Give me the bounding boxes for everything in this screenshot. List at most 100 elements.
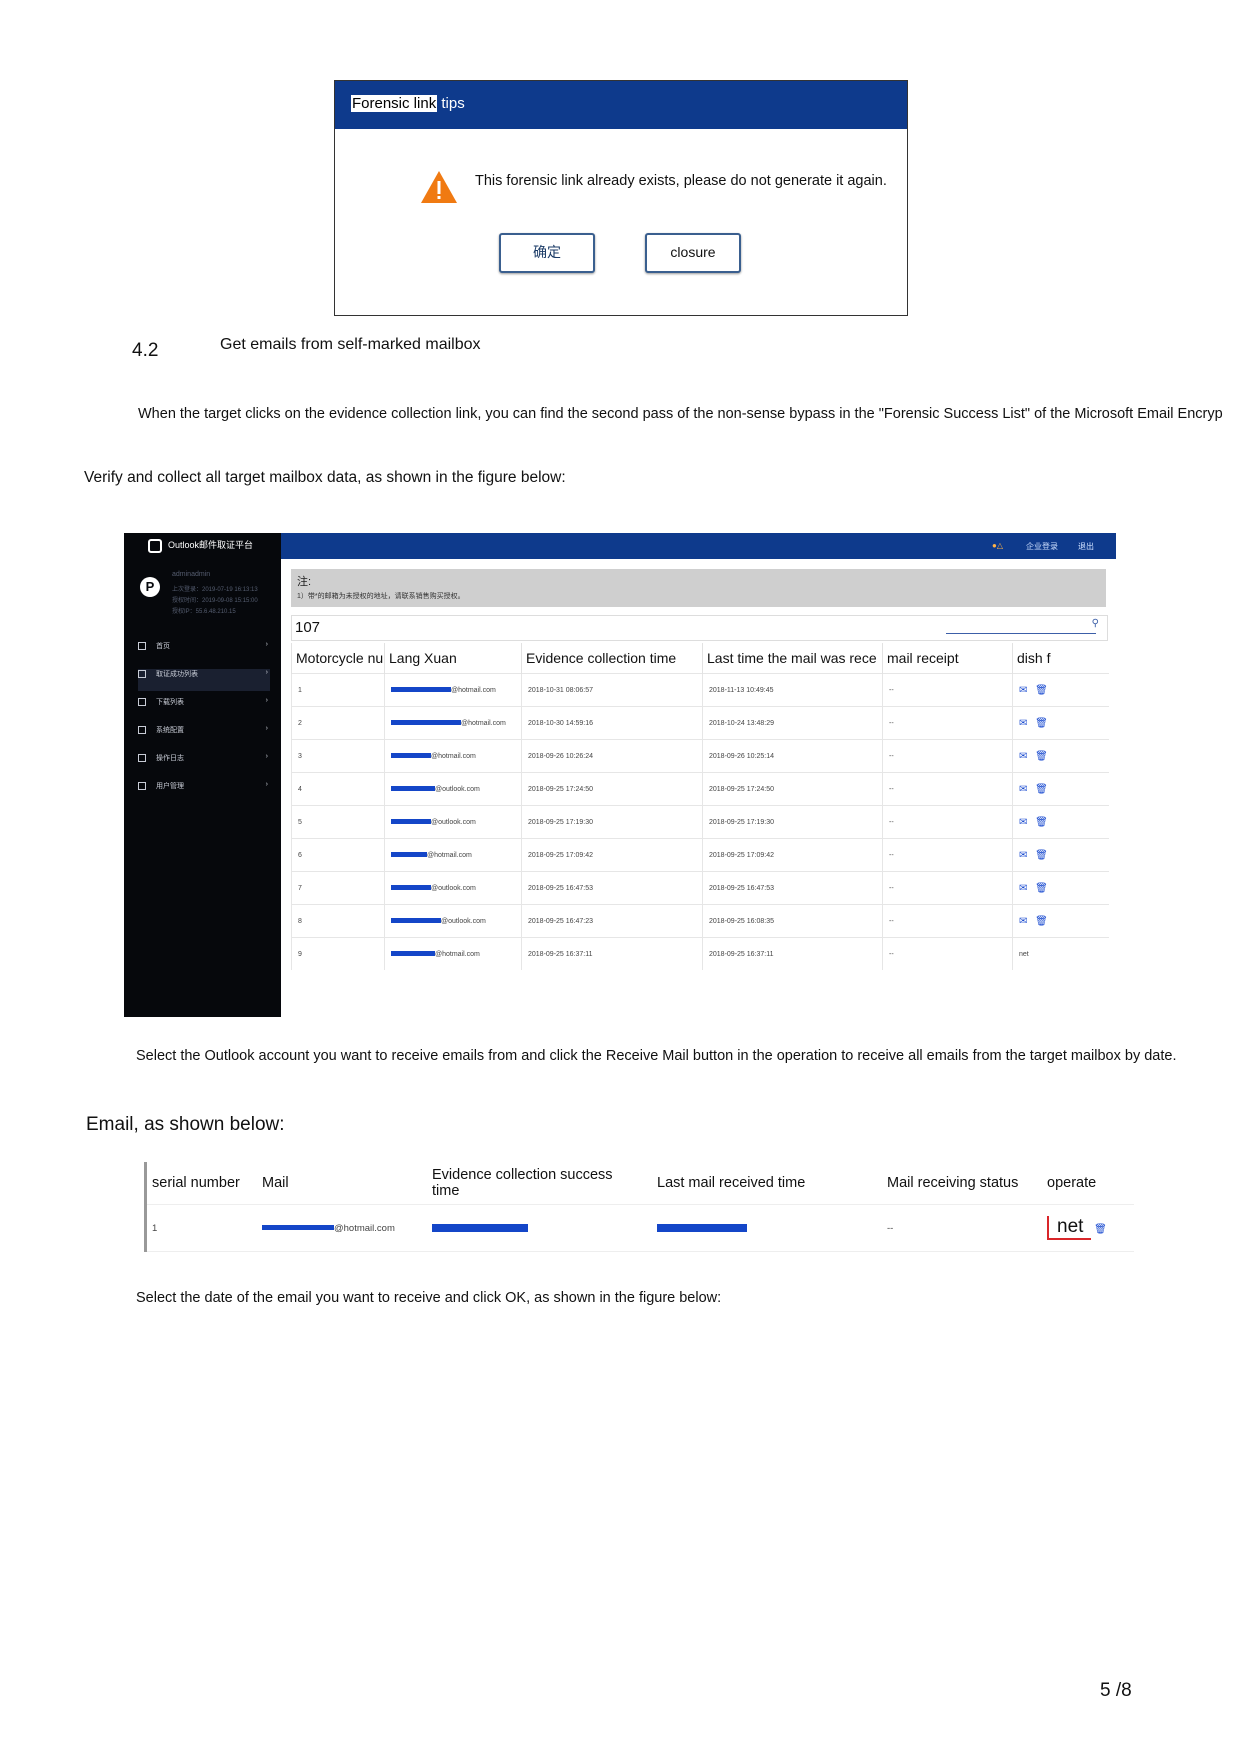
chevron-right-icon: › — [265, 781, 268, 788]
redaction-bar — [391, 918, 441, 924]
table-row: 1 @hotmail.com -- net 🗑 — [144, 1204, 1134, 1252]
row-number: 3 — [291, 739, 385, 773]
notice-heading: 注: — [297, 576, 312, 588]
collection-time: 2018-09-25 17:24:50 — [521, 772, 703, 806]
last-mail-time: 2018-09-25 17:09:42 — [702, 838, 883, 872]
user-line: 上次登录：2019-07-19 16:13:13 — [172, 587, 258, 593]
user-line: 授权IP：55.6.48.210.15 — [172, 609, 236, 615]
last-mail-time: 2018-09-25 17:19:30 — [702, 805, 883, 839]
row-number: 2 — [291, 706, 385, 740]
receive-mail-icon[interactable]: ✉ — [1019, 718, 1027, 729]
trash-icon[interactable]: 🗑 — [1035, 784, 1048, 795]
collection-time: 2018-10-31 08:06:57 — [521, 673, 703, 707]
mail-cell: @outlook.com — [384, 871, 522, 905]
receive-mail-icon[interactable]: ✉ — [1019, 685, 1027, 696]
sidebar-item-users[interactable]: 用户管理 › — [138, 781, 270, 803]
paragraph-5: Select the date of the email you want to… — [136, 1290, 722, 1306]
collection-time: 2018-10-30 14:59:16 — [521, 706, 703, 740]
trash-icon[interactable]: 🗑 — [1035, 685, 1048, 696]
receive-mail-icon[interactable]: ✉ — [1019, 850, 1027, 861]
users-icon — [138, 782, 146, 791]
trash-icon[interactable]: 🗑 — [1035, 718, 1048, 729]
chevron-right-icon: › — [265, 641, 268, 648]
sidebar-item-settings[interactable]: 系统配置 › — [138, 725, 270, 747]
operate-cell: ✉ 🗑 — [1012, 904, 1109, 938]
last-mail-time: 2018-09-26 10:25:14 — [702, 739, 883, 773]
sidebar-item-success-list[interactable]: 取证成功列表 › — [138, 669, 270, 691]
collection-time: 2018-09-26 10:26:24 — [521, 739, 703, 773]
column-header: Last time the mail was rece — [702, 643, 883, 674]
mail-cell: @outlook.com — [384, 805, 522, 839]
dialog-titlebar: Forensic link tips — [335, 81, 907, 129]
mail-cell: @hotmail.com — [384, 673, 522, 707]
redaction-bar — [391, 852, 427, 858]
collection-time: 2018-09-25 16:47:53 — [521, 871, 703, 905]
collection-time: 2018-09-25 16:47:23 — [521, 904, 703, 938]
trash-icon[interactable]: 🗑 — [1035, 916, 1048, 927]
sidebar-item-downloads[interactable]: 下载列表 › — [138, 697, 270, 719]
ok-button[interactable]: 确定 — [499, 233, 595, 273]
receive-mail-table: serial number Mail Evidence collection s… — [144, 1162, 1134, 1252]
operate-cell: ✉ 🗑 — [1012, 772, 1109, 806]
column-header: Evidence collection success time — [424, 1162, 649, 1205]
receive-mail-icon[interactable]: ✉ — [1019, 883, 1027, 894]
column-header: Mail receiving status — [879, 1162, 1039, 1205]
warning-icon — [421, 171, 457, 203]
table-header-row: serial number Mail Evidence collection s… — [144, 1162, 1134, 1205]
receive-mail-icon[interactable]: ✉ — [1019, 751, 1027, 762]
collection-time: 2018-09-25 17:09:42 — [521, 838, 703, 872]
operate-cell: ✉ 🗑 — [1012, 805, 1109, 839]
table-row: 6 @hotmail.com 2018-09-25 17:09:42 2018-09-… — [291, 838, 1109, 872]
receive-mail-icon[interactable]: ✉ — [1019, 817, 1027, 828]
notice-text: 1）带*的邮箱为未授权的地址，请联系销售购买授权。 — [297, 593, 465, 600]
paragraph-2: Verify and collect all target mailbox da… — [84, 469, 566, 486]
column-header: Lang Xuan — [384, 643, 522, 674]
search-icon[interactable]: ⚲ — [1092, 618, 1099, 629]
logo-icon — [148, 538, 162, 553]
operate-cell: ✉ 🗑 — [1012, 673, 1109, 707]
dialog-message: This forensic link already exists, pleas… — [475, 173, 887, 189]
top-link-logout[interactable]: 退出 — [1078, 541, 1094, 552]
redaction-bar — [391, 687, 451, 693]
redaction-bar — [432, 1223, 528, 1232]
page-number: 5 /8 — [1100, 1680, 1132, 1701]
operate-cell: ✉ 🗑 — [1012, 739, 1109, 773]
receipt-status: -- — [882, 739, 1013, 773]
last-mail-time: 2018-09-25 17:24:50 — [702, 772, 883, 806]
receipt-status: -- — [882, 706, 1013, 740]
trash-icon[interactable]: 🗑 — [1035, 751, 1048, 762]
last-mail-time: 2018-11-13 10:49:45 — [702, 673, 883, 707]
receive-mail-icon[interactable]: ✉ — [1019, 916, 1027, 927]
receipt-status: -- — [882, 871, 1013, 905]
chevron-right-icon: › — [265, 669, 268, 676]
trash-icon[interactable]: 🗑 — [1094, 1224, 1107, 1235]
search-icon — [138, 726, 146, 735]
receipt-status: -- — [882, 673, 1013, 707]
search-input[interactable] — [946, 633, 1096, 634]
avatar: P — [140, 577, 160, 597]
section-title: Get emails from self-marked mailbox — [220, 336, 481, 353]
redaction-bar — [391, 753, 431, 759]
top-link-login[interactable]: 企业登录 — [1026, 541, 1058, 552]
sidebar: Outlook邮件取证平台 P adminadmin 上次登录：2019-07-… — [124, 533, 281, 1017]
trash-icon[interactable]: 🗑 — [1035, 850, 1048, 861]
receipt-status: -- — [882, 805, 1013, 839]
close-button[interactable]: closure — [645, 233, 741, 273]
chevron-right-icon: › — [265, 725, 268, 732]
receipt-status: -- — [882, 838, 1013, 872]
redaction-bar — [391, 885, 431, 891]
redaction-bar — [262, 1225, 334, 1231]
last-mail-time-cell — [649, 1204, 879, 1252]
sidebar-item-logs[interactable]: 操作日志 › — [138, 753, 270, 775]
column-header: dish f — [1012, 643, 1109, 674]
receive-mail-button[interactable]: net — [1047, 1216, 1092, 1240]
redaction-bar — [391, 786, 435, 792]
bell-icon[interactable]: ●△ — [992, 541, 1003, 550]
receive-mail-button[interactable]: net — [1019, 951, 1029, 958]
collection-time: 2018-09-25 16:37:11 — [521, 937, 703, 970]
sidebar-item-home[interactable]: 首页 › — [138, 641, 270, 663]
trash-icon[interactable]: 🗑 — [1035, 817, 1048, 828]
receive-mail-icon[interactable]: ✉ — [1019, 784, 1027, 795]
column-header: Mail — [254, 1162, 424, 1205]
trash-icon[interactable]: 🗑 — [1035, 883, 1048, 894]
